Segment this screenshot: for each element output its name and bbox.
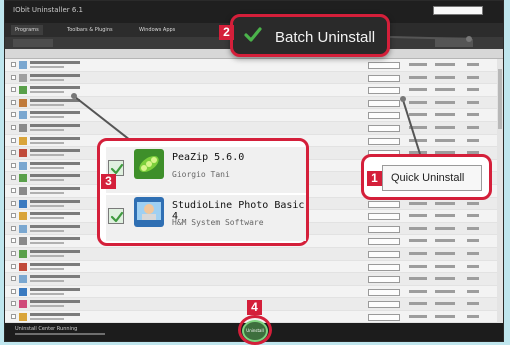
callout-number-1: 1 [367,171,382,186]
list-scrollbar[interactable] [497,59,503,327]
selected-programs-callout: PeaZip 5.6.0 Giorgio Tani StudioLine Pho… [97,138,309,246]
studioline-icon [134,197,164,227]
check-icon [110,211,124,223]
batch-uninstall-callout[interactable]: Batch Uninstall [230,14,390,57]
scrollbar-thumb[interactable] [498,69,502,129]
list-item[interactable]: PeaZip 5.6.0 Giorgio Tani [106,147,306,193]
table-row[interactable] [5,96,498,110]
list-item[interactable]: StudioLine Photo Basic 4 H&M System Soft… [106,195,306,241]
entry-name: PeaZip 5.6.0 [172,152,245,163]
uninstall-round-button[interactable]: Uninstall [242,320,268,342]
table-row[interactable] [5,121,498,135]
table-row[interactable] [5,273,498,286]
callout-number-4: 4 [247,300,262,315]
status-subtext [15,333,105,335]
entry-publisher: H&M System Software [172,218,264,227]
table-row[interactable] [5,71,498,85]
entry-publisher: Giorgio Tani [172,170,230,179]
table-row[interactable] [5,84,498,97]
table-row[interactable] [5,247,498,261]
check-icon [244,27,262,42]
entry-checkbox[interactable] [108,208,124,224]
table-row[interactable] [5,261,498,274]
view-selector[interactable] [435,39,473,47]
table-row[interactable] [5,59,498,72]
table-row[interactable] [5,286,498,299]
callout-number-2: 2 [219,25,234,40]
tab-windows-apps[interactable]: Windows Apps [135,25,179,35]
tab-programs[interactable]: Programs [11,25,43,35]
search-input[interactable] [433,6,483,15]
quick-uninstall-button[interactable]: Quick Uninstall [382,165,482,191]
tab-toolbars-plugins[interactable]: Toolbars & Plugins [63,25,117,35]
category-dropdown[interactable] [13,39,53,47]
table-row[interactable] [5,109,498,122]
callout-number-3: 3 [101,174,116,189]
status-text: Uninstall Center Running [15,326,78,332]
batch-uninstall-label: Batch Uninstall [275,29,376,46]
peazip-icon [134,149,164,179]
window-title: IObit Uninstaller 6.1 [13,6,83,14]
